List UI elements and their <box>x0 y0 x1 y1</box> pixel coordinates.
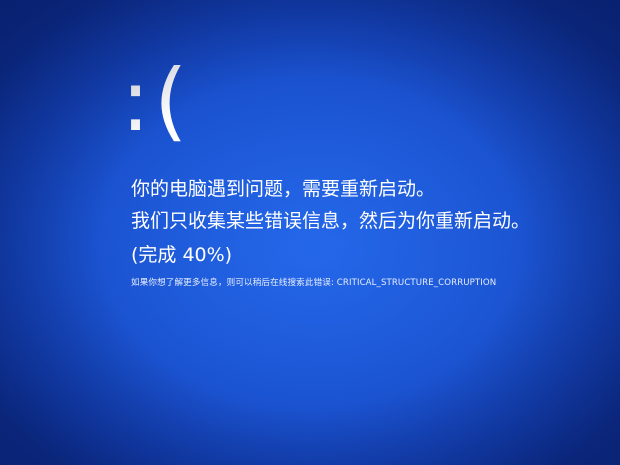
stop-code: CRITICAL_STRUCTURE_CORRUPTION <box>336 278 497 288</box>
more-info-text: 如果你想了解更多信息，则可以稍后在线搜索此错误: CRITICAL_STRUCT… <box>131 278 496 288</box>
error-message-line-2: 我们只收集某些错误信息，然后为你重新启动。 <box>131 210 531 232</box>
sad-face-icon: :( <box>121 51 192 151</box>
progress-indicator: (完成 40%) <box>131 244 233 266</box>
blue-screen: :( 你的电脑遇到问题，需要重新启动。 我们只收集某些错误信息，然后为你重新启动… <box>0 0 620 465</box>
more-info-prefix: 如果你想了解更多信息，则可以稍后在线搜索此错误: <box>131 278 337 288</box>
error-message-line-1: 你的电脑遇到问题，需要重新启动。 <box>131 178 436 200</box>
